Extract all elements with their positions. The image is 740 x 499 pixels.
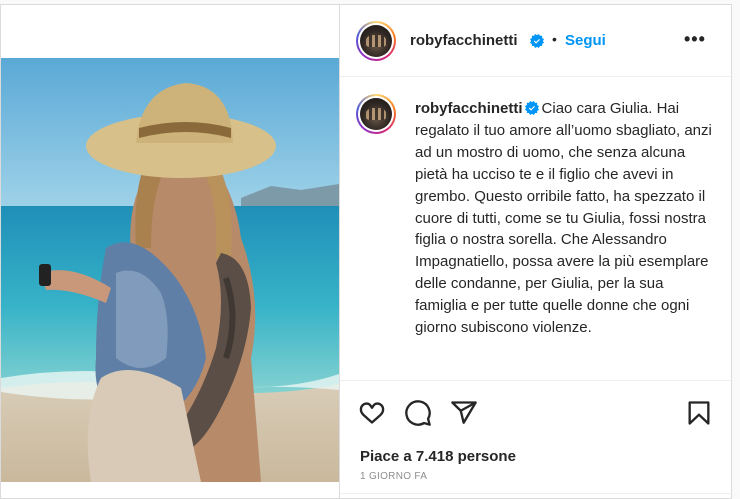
author-username[interactable]: robyfacchinetti <box>410 32 518 49</box>
author-avatar[interactable] <box>356 21 396 61</box>
verified-badge-icon <box>524 101 539 115</box>
verified-badge-icon <box>530 34 544 48</box>
heart-icon[interactable] <box>358 399 386 427</box>
caption-avatar[interactable] <box>356 94 396 134</box>
post-container: robyfacchinetti • Segui ••• robyfacchine… <box>0 4 733 499</box>
post-header: robyfacchinetti • Segui ••• <box>340 5 733 77</box>
caption-body: robyfacchinetti Ciao cara Giulia. Hai re… <box>415 98 715 339</box>
post-timestamp[interactable]: 1 GIORNO FA <box>360 471 427 482</box>
post-photo[interactable] <box>1 58 339 482</box>
follow-button[interactable]: Segui <box>565 32 606 49</box>
caption-section: robyfacchinetti Ciao cara Giulia. Hai re… <box>340 78 733 380</box>
caption-text: Ciao cara Giulia. Hai regalato il tuo am… <box>415 100 712 337</box>
share-icon[interactable] <box>450 399 478 427</box>
comment-divider <box>340 493 733 494</box>
comment-icon[interactable] <box>404 399 432 427</box>
more-options-button[interactable]: ••• <box>684 29 706 50</box>
bookmark-icon[interactable] <box>685 399 713 427</box>
header-separator: • <box>552 31 557 47</box>
likes-count[interactable]: Piace a 7.418 persone <box>360 448 516 465</box>
actions-section: Piace a 7.418 persone 1 GIORNO FA <box>340 380 733 499</box>
caption-username[interactable]: robyfacchinetti <box>415 100 523 117</box>
